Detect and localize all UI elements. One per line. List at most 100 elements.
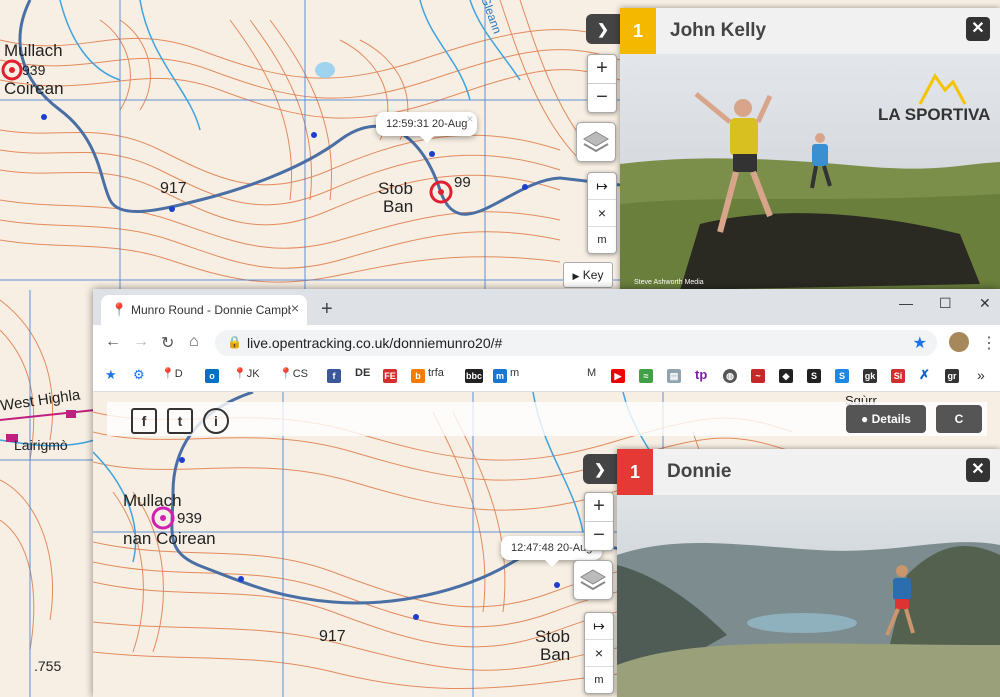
spot-height-917-bottom: 917 <box>319 628 346 645</box>
key-button[interactable]: ▶ Key <box>563 262 613 288</box>
bookmark-x-icon[interactable]: ✗ <box>919 367 930 383</box>
bookmark-7[interactable]: M <box>587 367 596 379</box>
details-label: Details <box>871 412 911 426</box>
bookmark-gear-icon[interactable]: ⚙ <box>133 367 145 383</box>
metric-button[interactable]: m <box>588 226 616 253</box>
bookmark-2[interactable]: 📍CS <box>279 367 308 380</box>
top-side-controls: ↦ × m <box>587 172 617 254</box>
bookmark-green-icon[interactable]: ≈ <box>639 367 656 383</box>
browser-tab[interactable]: 📍 Munro Round - Donnie Campbell × <box>101 295 307 325</box>
close-window-button[interactable]: ✕ <box>979 295 991 312</box>
avatar[interactable] <box>949 332 969 352</box>
spot-height-939-bottom: 939 <box>177 510 203 527</box>
runner-name-bottom: Donnie <box>667 461 732 482</box>
spot-height-939: 939 <box>22 62 46 78</box>
c-label: C <box>954 412 964 426</box>
zoom-out-button-bottom[interactable]: − <box>585 521 613 550</box>
layers-button-bottom[interactable] <box>573 560 613 600</box>
layers-icon <box>583 131 609 153</box>
details-button[interactable]: ● Details <box>846 405 926 433</box>
c-button[interactable]: C <box>936 405 982 433</box>
place-lairigmo: Lairigmò <box>14 437 68 453</box>
bookmark-red-icon[interactable]: ~ <box>751 367 768 383</box>
zoom-in-button-bottom[interactable]: + <box>585 493 613 521</box>
minimize-button[interactable]: — <box>899 295 913 311</box>
home-icon[interactable]: ⌂ <box>189 333 199 351</box>
layers-button[interactable] <box>576 122 616 162</box>
address-bar[interactable]: 🔒 live.opentracking.co.uk/donniemunro20/… <box>215 330 937 356</box>
bookmark-doc-icon[interactable]: ▤ <box>667 367 684 383</box>
bookmark-1[interactable]: 📍JK <box>233 367 260 380</box>
bookmark-black-icon[interactable]: ◆ <box>779 367 796 383</box>
panel-header: 1 John Kelly ✕ <box>620 8 1000 54</box>
runner-photo-bottom <box>617 495 1000 697</box>
zoom-out-button[interactable]: − <box>588 83 616 112</box>
tooltip-time-bottom: 12:47:48 20-Aug <box>511 542 593 554</box>
place-mullach: Mullach <box>4 41 63 60</box>
bookmark-bbc-icon[interactable]: bbc <box>465 367 486 383</box>
maximize-button[interactable]: ☐ <box>939 295 952 312</box>
new-tab-button[interactable]: + <box>321 298 333 321</box>
bookmark-3[interactable]: DE <box>355 367 370 379</box>
tab-close-icon[interactable]: × <box>291 300 299 316</box>
zoom-in-button[interactable]: + <box>588 55 616 83</box>
star-icon[interactable]: ★ <box>913 333 927 353</box>
place-stob: Stob <box>378 179 413 198</box>
bookmark-youtube-icon[interactable]: ▶ <box>611 367 628 383</box>
bookmark-9[interactable]: S <box>807 367 824 383</box>
menu-icon[interactable]: ⋮ <box>981 333 997 353</box>
user-icon: ● <box>861 412 869 426</box>
panel-close-button[interactable]: ✕ <box>966 17 990 41</box>
place-nan-coirean: nan Coirean <box>123 529 216 548</box>
back-icon[interactable]: ← <box>105 333 121 351</box>
info-button[interactable]: i <box>203 408 229 434</box>
panel-toggle-button-bottom[interactable]: ❯ <box>583 454 617 484</box>
panel-close-button-bottom[interactable]: ✕ <box>966 458 990 482</box>
bookmark-0[interactable]: 📍D <box>161 367 183 380</box>
bookmarks-bar: ★ ⚙ 📍D o 📍JK 📍CS f DE FE b trfa bbc mm M … <box>93 361 1000 392</box>
browser-window: 📍 Munro Round - Donnie Campbell × + — ☐ … <box>93 289 1000 697</box>
bookmark-outlook-icon[interactable]: o <box>205 367 222 383</box>
close-track-button[interactable]: × <box>588 199 616 226</box>
expand-button[interactable]: ↦ <box>588 173 616 199</box>
url-text: live.opentracking.co.uk/donniemunro20/# <box>247 335 503 351</box>
tooltip-close-icon[interactable]: × <box>466 112 473 126</box>
runner-name: John Kelly <box>670 20 767 41</box>
bookmark-5[interactable]: b trfa <box>411 367 444 383</box>
bottom-zoom-control: + − <box>584 492 614 551</box>
panel-header-bottom: 1 Donnie ✕ <box>617 449 1000 495</box>
bookmark-gk-icon[interactable]: gk <box>863 367 880 383</box>
facebook-share-button[interactable]: f <box>131 408 157 434</box>
bookmark-6[interactable]: mm <box>493 367 519 383</box>
bottom-map[interactable]: Mullach 939 nan Coirean 917 Stob Ban Sgù… <box>93 392 1000 697</box>
twitter-share-button[interactable]: t <box>167 408 193 434</box>
tab-title: Munro Round - Donnie Campbell <box>131 303 291 317</box>
spot-height-917: 917 <box>160 180 187 197</box>
bookmark-facebook-icon[interactable]: f <box>327 367 344 383</box>
close-track-button-bottom[interactable]: × <box>585 639 613 666</box>
photo-credit: Steve Ashworth Media <box>634 279 704 286</box>
place-coirean: Coirean <box>4 79 64 98</box>
bookmark-11[interactable]: Si <box>891 367 908 383</box>
forward-icon[interactable]: → <box>133 333 149 351</box>
close-icon: ✕ <box>971 20 985 37</box>
place-ban: Ban <box>383 197 414 216</box>
reload-icon[interactable]: ↻ <box>161 333 174 353</box>
panel-toggle-button[interactable]: ❯ <box>586 14 620 44</box>
brand-logo: LA SPORTIVA <box>878 105 990 124</box>
runner-photo: LA SPORTIVA Steve Ashworth Media <box>620 54 1000 290</box>
bookmark-star-icon[interactable]: ★ <box>105 367 117 383</box>
expand-button-bottom[interactable]: ↦ <box>585 613 613 639</box>
bookmark-4[interactable]: FE <box>383 367 400 383</box>
bottom-side-controls: ↦ × m <box>584 612 614 694</box>
bookmark-10[interactable]: S <box>835 367 852 383</box>
bookmark-globe-icon[interactable]: ◍ <box>723 367 740 383</box>
spot-height-755: .755 <box>34 658 62 674</box>
metric-button-bottom[interactable]: m <box>585 666 613 693</box>
bookmarks-more[interactable]: » <box>977 367 985 383</box>
play-icon: ▶ <box>572 271 580 281</box>
bookmark-8[interactable]: tp <box>695 367 707 382</box>
bookmark-12[interactable]: gr <box>945 367 962 383</box>
runner-panel-donnie: 1 Donnie ✕ <box>617 449 1000 697</box>
place-ban-bottom: Ban <box>540 645 571 664</box>
